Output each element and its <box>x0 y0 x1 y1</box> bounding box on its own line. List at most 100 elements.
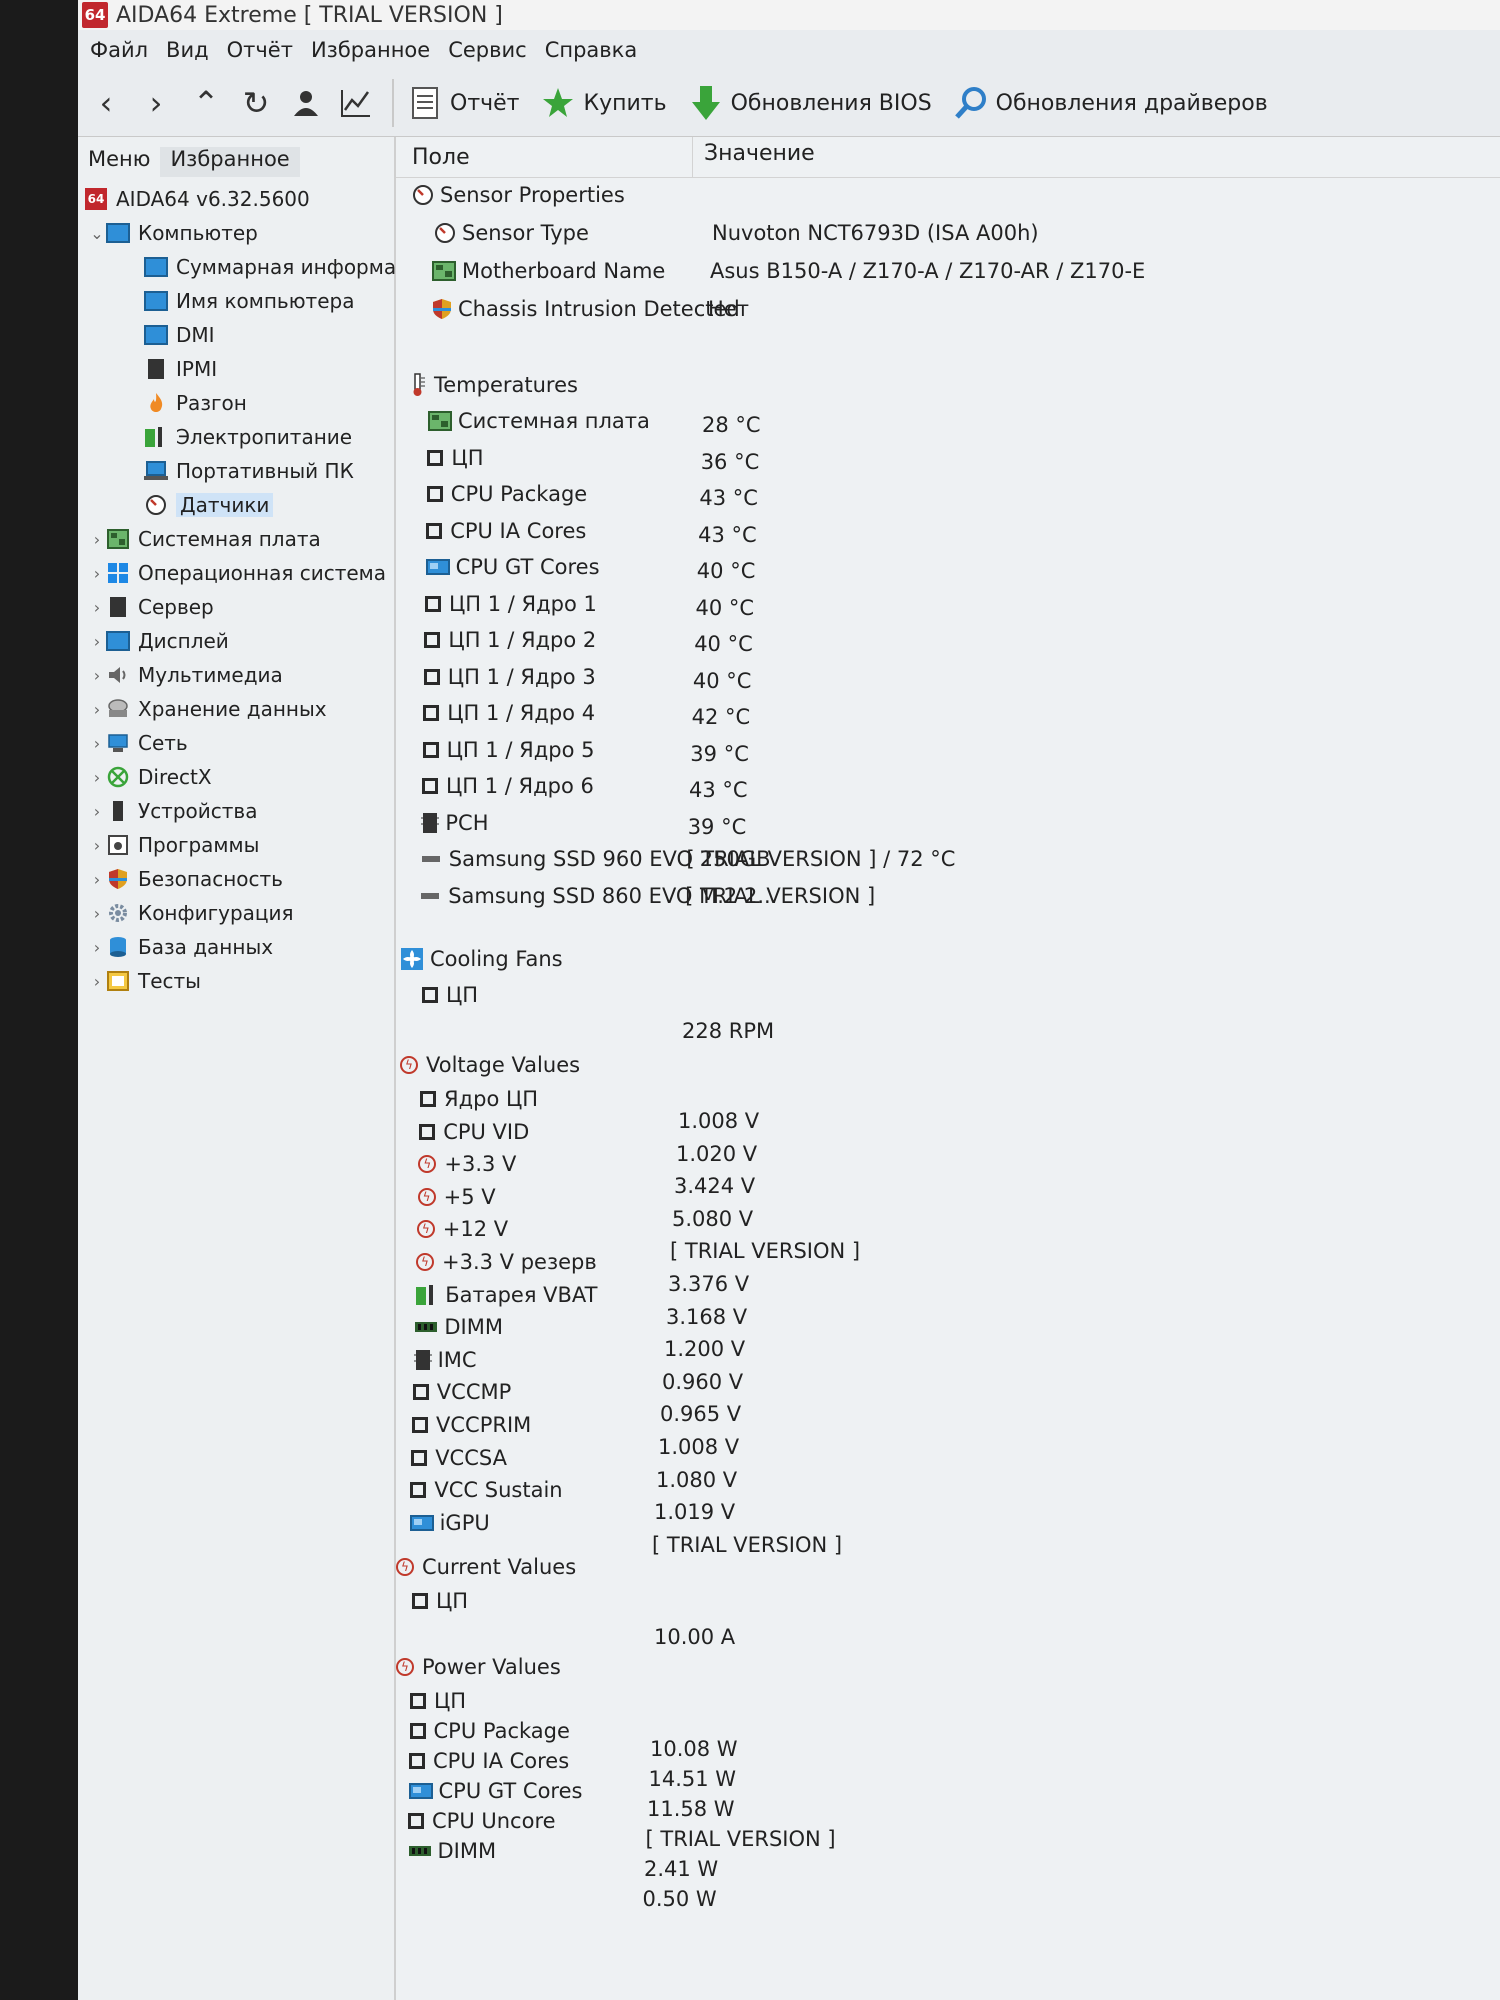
menu-view[interactable]: Вид <box>166 38 209 62</box>
table-row[interactable]: ЦП 228 RPM <box>396 983 1500 1043</box>
table-row[interactable]: CPU IA Cores 43 °C <box>396 519 1500 547</box>
tree-item-directx[interactable]: › DirectX <box>88 763 212 791</box>
table-row[interactable]: ЦП 1 / Ядро 6 43 °C <box>396 774 1500 802</box>
table-row[interactable]: Samsung SSD 960 EVO 250GB[ TRIAL VERSION… <box>396 847 1500 875</box>
refresh-icon[interactable]: ↻ <box>234 81 278 125</box>
bios-updates-button[interactable]: Обновления BIOS <box>689 86 932 120</box>
driver-updates-button[interactable]: Обновления драйверов <box>954 86 1268 120</box>
chevron-right-icon[interactable]: › <box>88 972 106 991</box>
tree-item-ipmi[interactable]: IPMI <box>144 355 217 383</box>
tree-item-portable[interactable]: Портативный ПК <box>144 457 354 485</box>
section-current-values[interactable]: ϟ Current Values <box>396 1555 1500 1583</box>
tree-item-configuration[interactable]: › Конфигурация <box>88 899 294 927</box>
section-voltage-values[interactable]: ϟ Voltage Values <box>396 1053 1500 1081</box>
tree-item-dmi[interactable]: DMI <box>144 321 215 349</box>
tree-item-server[interactable]: › Сервер <box>88 593 214 621</box>
chevron-right-icon[interactable]: › <box>88 598 106 617</box>
tree-item-overclock[interactable]: Разгон <box>144 389 247 417</box>
chart-icon[interactable] <box>334 81 378 125</box>
tree-item-sensors[interactable]: Датчики <box>144 491 274 519</box>
chevron-right-icon[interactable]: › <box>88 768 106 787</box>
section-temperatures[interactable]: Temperatures <box>396 373 1500 401</box>
tree-item-database[interactable]: › База данных <box>88 933 273 961</box>
tree-item-aida64-root[interactable]: 64 AIDA64 v6.32.5600 <box>84 185 310 213</box>
tree-item-devices[interactable]: › Устройства <box>88 797 258 825</box>
user-icon[interactable] <box>284 81 328 125</box>
table-row[interactable]: CPU VID 1.020 V <box>396 1120 1500 1166</box>
tree-item-motherboard[interactable]: › Системная плата <box>88 525 321 553</box>
table-row[interactable]: ЦП 10.00 A <box>396 1589 1500 1649</box>
table-row[interactable]: VCCPRIM 1.008 V <box>396 1413 1500 1459</box>
chevron-right-icon[interactable]: › <box>88 564 106 583</box>
section-cooling-fans[interactable]: Cooling Fans <box>396 947 1500 975</box>
table-row[interactable]: CPU IA Cores 11.58 W <box>396 1749 1500 1821</box>
tree-item-tests[interactable]: › Тесты <box>88 967 201 995</box>
menu-service[interactable]: Сервис <box>448 38 526 62</box>
tree-item-network[interactable]: › Сеть <box>88 729 188 757</box>
tab-favorites[interactable]: Избранное <box>160 147 300 177</box>
table-row[interactable]: ЦП 1 / Ядро 1 40 °C <box>396 592 1500 620</box>
column-header-field[interactable]: Поле <box>412 145 470 170</box>
table-row[interactable]: CPU Package 43 °C <box>396 482 1500 510</box>
table-row[interactable]: Sensor Type Nuvoton NCT6793D (ISA A00h) <box>396 221 1500 249</box>
table-row[interactable]: ЦП 10.08 W <box>396 1689 1500 1761</box>
column-header-value[interactable]: Значение <box>704 141 815 166</box>
table-row[interactable]: ЦП 1 / Ядро 4 42 °C <box>396 701 1500 729</box>
chevron-down-icon[interactable]: ⌄ <box>88 224 106 243</box>
tree-item-os[interactable]: › Операционная система <box>88 559 386 587</box>
tab-menu[interactable]: Меню <box>78 147 160 177</box>
tree-item-summary[interactable]: Суммарная информа <box>144 253 396 281</box>
column-divider[interactable] <box>692 137 693 177</box>
tree-item-programs[interactable]: › Программы <box>88 831 260 859</box>
tree-item-storage[interactable]: › Хранение данных <box>88 695 327 723</box>
menu-report[interactable]: Отчёт <box>227 38 293 62</box>
table-row[interactable]: VCCSA 1.080 V <box>396 1446 1500 1492</box>
table-row[interactable]: PCH 39 °C <box>396 811 1500 839</box>
section-power-values[interactable]: ϟ Power Values <box>396 1655 1500 1683</box>
up-icon[interactable]: ⌃ <box>184 81 228 125</box>
chevron-right-icon[interactable]: › <box>88 904 106 923</box>
table-row[interactable]: Motherboard Name Asus B150-A / Z170-A / … <box>396 259 1500 287</box>
table-row[interactable]: ЦП 1 / Ядро 2 40 °C <box>396 628 1500 656</box>
table-row[interactable]: CPU GT Cores[ TRIAL VERSION ] <box>396 1779 1500 1851</box>
chevron-right-icon[interactable]: › <box>88 666 106 685</box>
buy-button[interactable]: Купить <box>541 86 667 120</box>
tree-item-computer[interactable]: ⌄ Компьютер <box>88 219 258 247</box>
menu-file[interactable]: Файл <box>90 38 148 62</box>
tree-item-power[interactable]: Электропитание <box>144 423 352 451</box>
table-row[interactable]: ϟ +5 V 5.080 V <box>396 1185 1500 1231</box>
tree-item-computer-name[interactable]: Имя компьютера <box>144 287 354 315</box>
table-row[interactable]: Системная плата 28 °C <box>396 409 1500 437</box>
chevron-right-icon[interactable]: › <box>88 632 106 651</box>
forward-icon[interactable]: › <box>134 81 178 125</box>
table-row[interactable]: DIMM 1.200 V <box>396 1315 1500 1361</box>
table-row[interactable]: Ядро ЦП 1.008 V <box>396 1087 1500 1133</box>
table-row[interactable]: Батарея VBAT 3.168 V <box>396 1283 1500 1329</box>
chevron-right-icon[interactable]: › <box>88 700 106 719</box>
table-row[interactable]: ЦП 1 / Ядро 5 39 °C <box>396 738 1500 766</box>
report-button[interactable]: Отчёт <box>408 86 519 120</box>
table-row[interactable]: CPU Uncore 2.41 W <box>396 1809 1500 1881</box>
table-row[interactable]: ЦП 36 °C <box>396 446 1500 474</box>
table-row[interactable]: IMC 0.960 V <box>396 1348 1500 1394</box>
back-icon[interactable]: ‹ <box>84 81 128 125</box>
table-row[interactable]: ϟ +3.3 V резерв 3.376 V <box>396 1250 1500 1296</box>
table-row[interactable]: CPU GT Cores 40 °C <box>396 555 1500 583</box>
tree-item-security[interactable]: › Безопасность <box>88 865 283 893</box>
section-sensor-properties[interactable]: Sensor Properties <box>396 183 1500 211</box>
table-row[interactable]: VCCMP 0.965 V <box>396 1380 1500 1426</box>
chevron-right-icon[interactable]: › <box>88 836 106 855</box>
chevron-right-icon[interactable]: › <box>88 530 106 549</box>
table-row[interactable]: ϟ +3.3 V 3.424 V <box>396 1152 1500 1198</box>
table-row[interactable]: iGPU [ TRIAL VERSION ] <box>396 1511 1500 1557</box>
menu-help[interactable]: Справка <box>545 38 638 62</box>
menu-favorites[interactable]: Избранное <box>311 38 430 62</box>
table-row[interactable]: Samsung SSD 860 EVO M.2 2...[ TRIAL VERS… <box>396 884 1500 912</box>
chevron-right-icon[interactable]: › <box>88 870 106 889</box>
table-row[interactable]: CPU Package 14.51 W <box>396 1719 1500 1791</box>
chevron-right-icon[interactable]: › <box>88 938 106 957</box>
table-row[interactable]: Chassis Intrusion Detected Нет <box>396 297 1500 325</box>
table-row[interactable]: ЦП 1 / Ядро 3 40 °C <box>396 665 1500 693</box>
table-row[interactable]: VCC Sustain 1.019 V <box>396 1478 1500 1524</box>
tree-item-display[interactable]: › Дисплей <box>88 627 229 655</box>
